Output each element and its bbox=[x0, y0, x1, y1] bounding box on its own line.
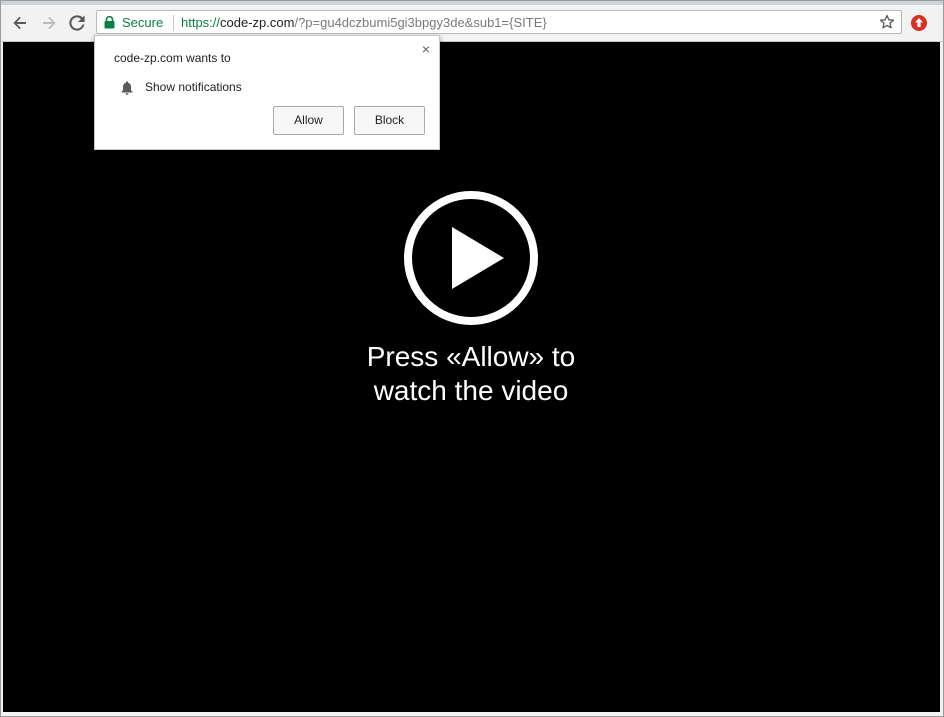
message-line-2: watch the video bbox=[373, 375, 569, 406]
prompt-title: code-zp.com wants to bbox=[114, 51, 231, 65]
security-label[interactable]: Secure bbox=[122, 15, 163, 30]
close-icon[interactable]: × bbox=[420, 42, 432, 56]
reload-icon bbox=[69, 15, 85, 31]
play-icon[interactable] bbox=[403, 190, 539, 331]
forward-arrow-icon bbox=[41, 15, 57, 31]
url-path: /?p=gu4dczbumi5gi3bpgy3de&sub1={SITE} bbox=[294, 15, 547, 30]
lock-icon bbox=[104, 15, 115, 34]
notification-permission-prompt: code-zp.com wants to × Show notification… bbox=[94, 35, 440, 150]
url-scheme: https:// bbox=[181, 15, 221, 30]
bookmark-star-button[interactable] bbox=[879, 14, 895, 35]
message-line-1: Press «Allow» to bbox=[366, 341, 576, 372]
back-arrow-icon bbox=[12, 15, 28, 31]
block-button[interactable]: Block bbox=[354, 106, 425, 135]
extension-button[interactable] bbox=[910, 14, 928, 32]
bell-icon bbox=[120, 80, 134, 100]
reload-button[interactable] bbox=[65, 11, 89, 35]
url-host: code-zp.com bbox=[220, 15, 295, 30]
omnibox-separator bbox=[173, 15, 174, 31]
address-bar[interactable]: Secure https://code-zp.com/?p=gu4dczbumi… bbox=[96, 10, 902, 34]
allow-button[interactable]: Allow bbox=[273, 106, 344, 135]
extension-icon bbox=[910, 15, 928, 36]
url-text[interactable]: https://code-zp.com/?p=gu4dczbumi5gi3bpg… bbox=[181, 15, 547, 30]
permission-label: Show notifications bbox=[145, 80, 242, 94]
allow-instruction-message: Press «Allow» to watch the video bbox=[321, 340, 621, 408]
browser-window: Secure https://code-zp.com/?p=gu4dczbumi… bbox=[0, 0, 944, 717]
forward-button[interactable] bbox=[37, 11, 61, 35]
star-icon bbox=[879, 14, 895, 34]
back-button[interactable] bbox=[8, 11, 32, 35]
